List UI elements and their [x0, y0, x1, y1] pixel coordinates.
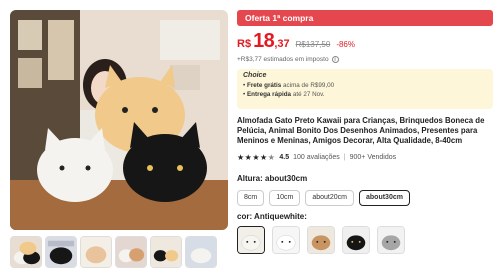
size-label: Altura: about30cm [237, 173, 308, 183]
choice-title: Choice [243, 72, 267, 79]
thumbnail-6[interactable] [185, 236, 217, 268]
delivery-rest: até 27 Nov. [292, 91, 325, 98]
discount-badge: -86% [336, 40, 355, 49]
product-info-panel: Oferta 1ª compra R$ 18 ,37 R$137,50 -86%… [237, 10, 493, 254]
rating-row: ★★★★★ 4.5 100 avaliações | 900+ Vendidos [237, 153, 493, 162]
color-options [237, 225, 493, 254]
main-product-image[interactable] [10, 10, 228, 230]
price-integer: 18 [253, 30, 275, 52]
star-rating-icon[interactable]: ★★★★★ [237, 153, 275, 162]
thumbnail-strip [10, 236, 217, 270]
price-currency: R$ [237, 38, 252, 50]
first-purchase-banner: Oferta 1ª compra [237, 10, 493, 26]
thumbnail-5[interactable] [150, 236, 182, 268]
price-row: R$ 18 ,37 R$137,50 -86% [237, 30, 493, 52]
delivery-bold: Entrega rápida [246, 91, 292, 98]
sold-count: 900+ Vendidos [349, 153, 397, 161]
thumbnail-1[interactable] [10, 236, 42, 268]
info-icon[interactable]: i [331, 56, 339, 63]
tax-text: +R$3,77 estimados em imposto [237, 56, 329, 63]
size-option-10cm[interactable]: 10cm [269, 189, 301, 206]
color-label: cor: Antiquewhite: [237, 211, 307, 221]
thumbnail-4[interactable] [115, 236, 147, 268]
thumbnail-3[interactable] [80, 236, 112, 268]
size-option-about20cm[interactable]: about20cm [305, 189, 354, 206]
choice-box[interactable]: Choice • Frete grátis acima de R$99,00 •… [237, 69, 493, 109]
thumbnail-2[interactable] [45, 236, 77, 268]
rating-separator: | [343, 153, 346, 161]
color-option-black[interactable] [342, 225, 370, 254]
delivery-line: • Entrega rápida até 27 Nov. [243, 91, 325, 98]
shipping-rest: acima de R$99,00 [283, 82, 335, 89]
original-price: R$137,50 [295, 40, 331, 49]
tax-estimate: +R$3,77 estimados em imposto i [237, 56, 493, 63]
review-count-link[interactable]: 100 avaliações [293, 154, 340, 161]
shipping-bold: Frete grátis [246, 82, 282, 89]
rating-value: 4.5 [279, 153, 290, 161]
size-option-8cm[interactable]: 8cm [237, 189, 265, 206]
color-option-antiquewhite[interactable] [237, 225, 265, 254]
size-options: 8cm 10cm about20cm about30cm [237, 189, 493, 206]
color-option-white[interactable] [272, 225, 300, 254]
price-decimal: ,37 [274, 38, 290, 50]
color-option-brown[interactable] [307, 225, 335, 254]
product-title: Almofada Gato Preto Kawaii para Crianças… [237, 116, 485, 146]
color-option-gray[interactable] [377, 225, 405, 254]
shipping-line: • Frete grátis acima de R$99,00 [243, 82, 335, 89]
size-option-about30cm[interactable]: about30cm [359, 189, 410, 206]
